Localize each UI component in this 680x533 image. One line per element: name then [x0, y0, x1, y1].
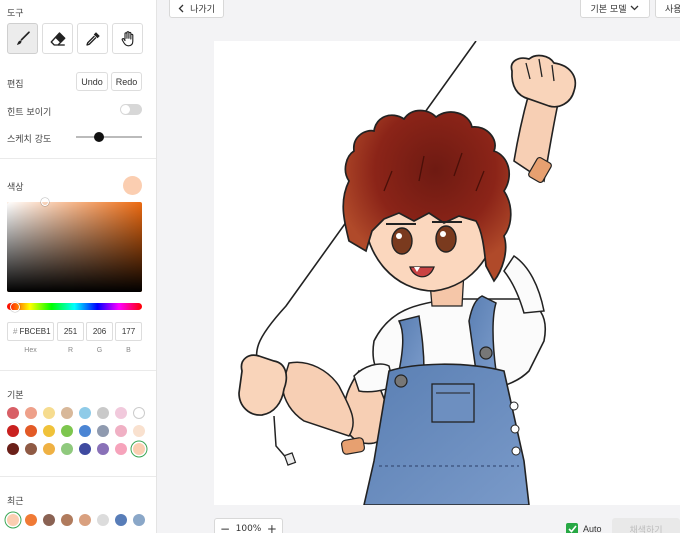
hint-toggle[interactable]	[120, 104, 142, 115]
usage-label: 사용법	[665, 5, 680, 15]
recent-color-swatch[interactable]	[97, 514, 109, 526]
g-label: G	[96, 347, 103, 354]
sketch-strength-label: 스케치 강도	[7, 135, 52, 145]
toggle-knob	[121, 105, 130, 114]
recent-color-swatch[interactable]	[115, 514, 127, 526]
sketch-strength-slider-thumb[interactable]	[94, 132, 105, 142]
back-button[interactable]: 나가기	[169, 0, 224, 18]
eyedropper-icon	[85, 31, 100, 46]
drawing-canvas[interactable]	[214, 41, 680, 505]
check-icon	[567, 525, 577, 533]
b-input[interactable]: 177	[115, 322, 142, 341]
brush-tool-button[interactable]	[7, 23, 38, 54]
recent-color-swatch[interactable]	[79, 514, 91, 526]
color-swatch[interactable]	[7, 443, 19, 455]
brush-icon	[16, 30, 30, 45]
color-swatch[interactable]	[133, 425, 145, 437]
recent-color-swatch[interactable]	[61, 514, 73, 526]
hex-input[interactable]: # FBCEB1	[7, 322, 54, 341]
zoom-out-button[interactable]: −	[220, 522, 230, 533]
recent-color-swatch[interactable]	[25, 514, 37, 526]
hue-slider-thumb[interactable]	[10, 302, 20, 312]
hex-label: Hex	[24, 347, 37, 354]
zoom-level: 100%	[235, 524, 262, 533]
zoom-control: − 100% +	[214, 518, 283, 533]
undo-button[interactable]: Undo	[76, 72, 108, 91]
eraser-icon	[50, 31, 65, 46]
model-label: 기본 모델	[590, 5, 627, 15]
color-swatch[interactable]	[97, 407, 109, 419]
value-gradient	[7, 202, 142, 292]
color-swatch[interactable]	[79, 443, 91, 455]
sidebar: 도구 편집 Undo Redo 힌트 보이기 스케치 강도 색상 # FBCEB…	[0, 0, 157, 533]
color-swatch[interactable]	[43, 425, 55, 437]
hand-tool-button[interactable]	[112, 23, 143, 54]
auto-label: Auto	[583, 524, 602, 533]
color-swatch[interactable]	[7, 407, 19, 419]
divider	[0, 158, 156, 159]
color-swatch[interactable]	[61, 407, 73, 419]
color-picker-cursor[interactable]	[41, 198, 49, 206]
usage-button[interactable]: 사용법	[655, 0, 680, 18]
r-label: R	[67, 347, 74, 354]
hex-value: FBCEB1	[19, 327, 51, 336]
color-swatch[interactable]	[43, 407, 55, 419]
color-swatch[interactable]	[61, 425, 73, 437]
color-swatch[interactable]	[115, 443, 127, 455]
color-swatch[interactable]	[79, 407, 91, 419]
hex-prefix: #	[13, 327, 18, 336]
sketch-strength-slider-track[interactable]	[76, 136, 142, 138]
chevron-down-icon	[631, 5, 639, 11]
auto-checkbox[interactable]	[566, 523, 578, 533]
divider	[0, 476, 156, 477]
color-swatch[interactable]	[43, 443, 55, 455]
current-color-preview	[123, 176, 142, 195]
eyedropper-tool-button[interactable]	[77, 23, 108, 54]
chevron-left-icon	[178, 4, 184, 12]
zoom-in-button[interactable]: +	[267, 522, 277, 533]
character-illustration	[238, 41, 577, 505]
recent-color-swatch[interactable]	[7, 514, 19, 526]
color-section-title: 색상	[7, 183, 24, 193]
basic-colors-title: 기본	[7, 391, 24, 401]
back-label: 나가기	[190, 5, 215, 15]
color-swatch[interactable]	[25, 407, 37, 419]
r-input[interactable]: 251	[57, 322, 84, 341]
recent-color-swatch[interactable]	[133, 514, 145, 526]
color-swatch[interactable]	[133, 407, 145, 419]
color-swatch[interactable]	[25, 443, 37, 455]
b-label: B	[126, 347, 131, 354]
model-select[interactable]: 기본 모델	[580, 0, 650, 18]
color-swatch[interactable]	[97, 425, 109, 437]
color-swatch[interactable]	[97, 443, 109, 455]
color-swatch[interactable]	[25, 425, 37, 437]
color-swatch[interactable]	[133, 443, 145, 455]
hue-slider[interactable]	[7, 303, 142, 310]
saturation-value-picker[interactable]	[7, 202, 142, 292]
recent-color-swatch[interactable]	[43, 514, 55, 526]
g-input[interactable]: 206	[86, 322, 113, 341]
color-swatch[interactable]	[115, 425, 127, 437]
color-swatch[interactable]	[115, 407, 127, 419]
divider	[0, 370, 156, 371]
redo-button[interactable]: Redo	[111, 72, 142, 91]
eraser-tool-button[interactable]	[42, 23, 73, 54]
color-swatch[interactable]	[79, 425, 91, 437]
generate-button[interactable]: 채색하기	[612, 518, 680, 533]
color-swatch[interactable]	[7, 425, 19, 437]
recent-colors-title: 최근	[7, 497, 24, 507]
hand-icon	[121, 30, 133, 46]
tools-section-title: 도구	[7, 9, 24, 19]
hint-label: 힌트 보이기	[7, 108, 52, 118]
color-swatch[interactable]	[61, 443, 73, 455]
edit-section-title: 편집	[7, 80, 24, 90]
